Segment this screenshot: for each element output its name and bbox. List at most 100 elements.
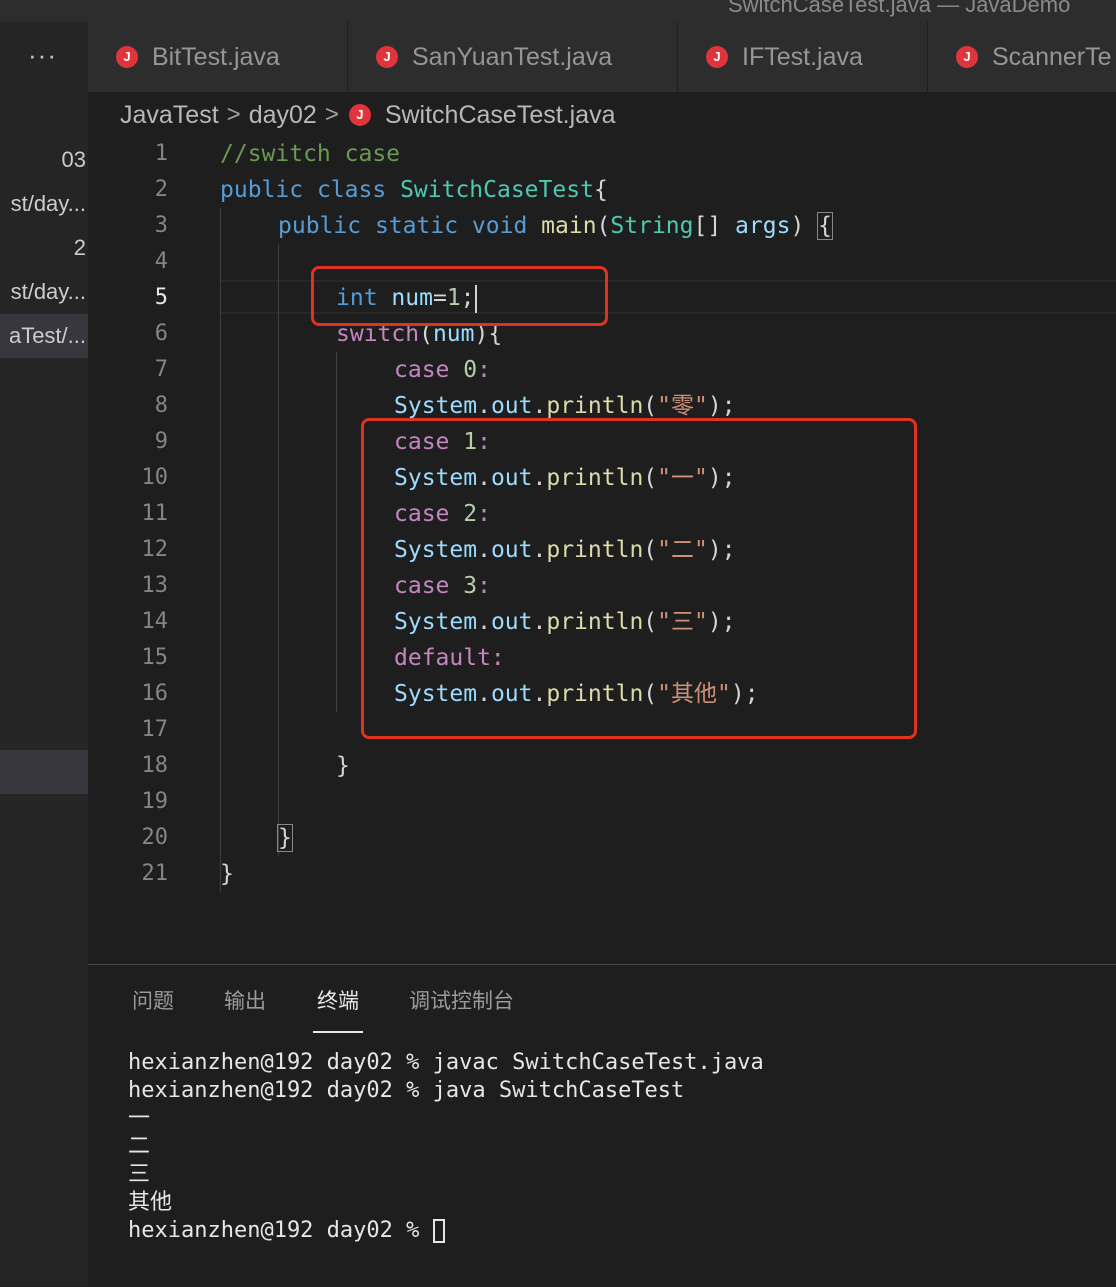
- code-line[interactable]: switch(num){: [336, 316, 502, 352]
- code-line[interactable]: }: [220, 856, 234, 892]
- code-line[interactable]: int num=1;: [336, 280, 477, 316]
- tab-terminal[interactable]: 终端: [317, 985, 359, 1015]
- terminal-text: hexianzhen@192 day02 %: [128, 1218, 433, 1243]
- terminal-text: hexianzhen@192 day02 % javac SwitchCaseT…: [128, 1050, 764, 1075]
- breadcrumb-item[interactable]: day02: [249, 101, 317, 130]
- code-token: []: [693, 213, 736, 239]
- code-token: args: [735, 213, 791, 239]
- tab-problems[interactable]: 问题: [132, 985, 174, 1015]
- explorer-item-active[interactable]: aTest/...: [0, 314, 88, 358]
- code-token: (: [643, 537, 658, 563]
- code-token: .: [477, 537, 491, 563]
- tab-bittest[interactable]: J BitTest.java: [88, 22, 348, 92]
- code-token: out: [490, 609, 533, 635]
- explorer-item[interactable]: st/day...: [0, 270, 88, 314]
- code-token: case: [394, 429, 450, 455]
- code-token: class: [316, 177, 387, 203]
- code-token: public: [278, 213, 362, 239]
- code-token: }: [336, 753, 350, 779]
- java-file-icon: J: [706, 46, 728, 68]
- code-token: "二": [657, 537, 708, 563]
- code-line[interactable]: public static void main(String[] args) {: [278, 208, 833, 244]
- code-token: 0: [463, 357, 478, 383]
- code-token: :: [477, 501, 491, 527]
- code-token: out: [490, 465, 533, 491]
- chevron-right-icon: >: [324, 101, 339, 128]
- line-number: 3: [154, 213, 168, 238]
- breadcrumb-item[interactable]: SwitchCaseTest.java: [385, 101, 616, 130]
- line-number: 11: [141, 501, 169, 526]
- explorer-item[interactable]: 03: [0, 138, 88, 182]
- breadcrumb: JavaTest > day02 > J SwitchCaseTest.java: [120, 96, 615, 134]
- code-token: );: [707, 393, 736, 419]
- code-line[interactable]: }: [336, 748, 350, 784]
- code-line[interactable]: case 3:: [394, 568, 491, 604]
- code-editor[interactable]: 1 //switch case 2 public class SwitchCaseTe…: [88, 136, 1116, 916]
- code-line[interactable]: System.out.println("一");: [394, 460, 736, 496]
- more-actions-icon[interactable]: ···: [28, 40, 57, 71]
- tab-scannertest[interactable]: J ScannerTe: [928, 22, 1116, 92]
- code-token: case: [394, 573, 450, 599]
- terminal-text: 其他: [128, 1190, 173, 1215]
- indent-guide: [278, 244, 279, 856]
- code-token: println: [546, 537, 644, 563]
- code-token: out: [490, 393, 533, 419]
- code-line[interactable]: }: [277, 820, 293, 856]
- line-number: 10: [141, 465, 169, 490]
- terminal-line: hexianzhen@192 day02 % java SwitchCaseTe…: [128, 1077, 764, 1105]
- code-line[interactable]: case 2:: [394, 496, 491, 532]
- code-token: SwitchCaseTest: [400, 177, 594, 203]
- code-token: case: [394, 501, 450, 527]
- explorer-item[interactable]: st/day...: [0, 182, 88, 226]
- code-line[interactable]: System.out.println("其他");: [394, 676, 759, 712]
- terminal-text: 二: [128, 1134, 151, 1159]
- code-token: {: [593, 177, 608, 203]
- line-number: 5: [154, 285, 168, 310]
- line-number: 18: [141, 753, 169, 778]
- java-file-icon: J: [376, 46, 398, 68]
- tab-output[interactable]: 输出: [224, 985, 266, 1015]
- code-line[interactable]: case 0:: [394, 352, 491, 388]
- explorer-sidebar: ··· 03 st/day... 2 st/day... aTest/...: [0, 22, 88, 1286]
- code-line[interactable]: default:: [394, 640, 505, 676]
- code-token: =: [432, 285, 447, 311]
- code-token: switch: [336, 321, 420, 347]
- explorer-selection[interactable]: [0, 750, 88, 794]
- tab-debug-console[interactable]: 调试控制台: [409, 985, 514, 1015]
- tab-iftest[interactable]: J IFTest.java: [678, 22, 928, 92]
- code-line[interactable]: public class SwitchCaseTest{: [220, 172, 608, 208]
- code-line[interactable]: System.out.println("三");: [394, 604, 736, 640]
- java-file-icon: J: [956, 46, 978, 68]
- line-number: 4: [154, 249, 168, 274]
- breadcrumb-item[interactable]: JavaTest: [120, 101, 219, 130]
- terminal-line: hexianzhen@192 day02 % javac SwitchCaseT…: [128, 1049, 764, 1077]
- terminal[interactable]: hexianzhen@192 day02 % javac SwitchCaseT…: [128, 1049, 764, 1245]
- code-line[interactable]: case 1:: [394, 424, 491, 460]
- indent-guide: [220, 208, 221, 892]
- line-number: 2: [154, 177, 168, 202]
- line-number: 20: [141, 825, 169, 850]
- code-token: System: [394, 609, 478, 635]
- explorer-item[interactable]: 2: [0, 226, 88, 270]
- terminal-text: 三: [128, 1162, 151, 1187]
- code-line[interactable]: //switch case: [220, 136, 400, 172]
- text-cursor: [474, 284, 477, 313]
- code-line[interactable]: System.out.println("二");: [394, 532, 736, 568]
- code-line[interactable]: System.out.println("零");: [394, 388, 736, 424]
- bottom-panel: 问题 输出 终端 调试控制台 hexianzhen@192 day02 % ja…: [88, 964, 1116, 1287]
- code-token: println: [546, 681, 644, 707]
- terminal-line: 其他: [128, 1189, 764, 1217]
- code-token: 1: [446, 285, 461, 311]
- line-number: 14: [141, 609, 169, 634]
- code-token: public: [220, 177, 304, 203]
- code-token: println: [546, 465, 644, 491]
- code-token: .: [477, 681, 491, 707]
- terminal-cursor: [432, 1219, 445, 1243]
- tab-sanyuantest[interactable]: J SanYuanTest.java: [348, 22, 678, 92]
- code-token: 1: [463, 429, 478, 455]
